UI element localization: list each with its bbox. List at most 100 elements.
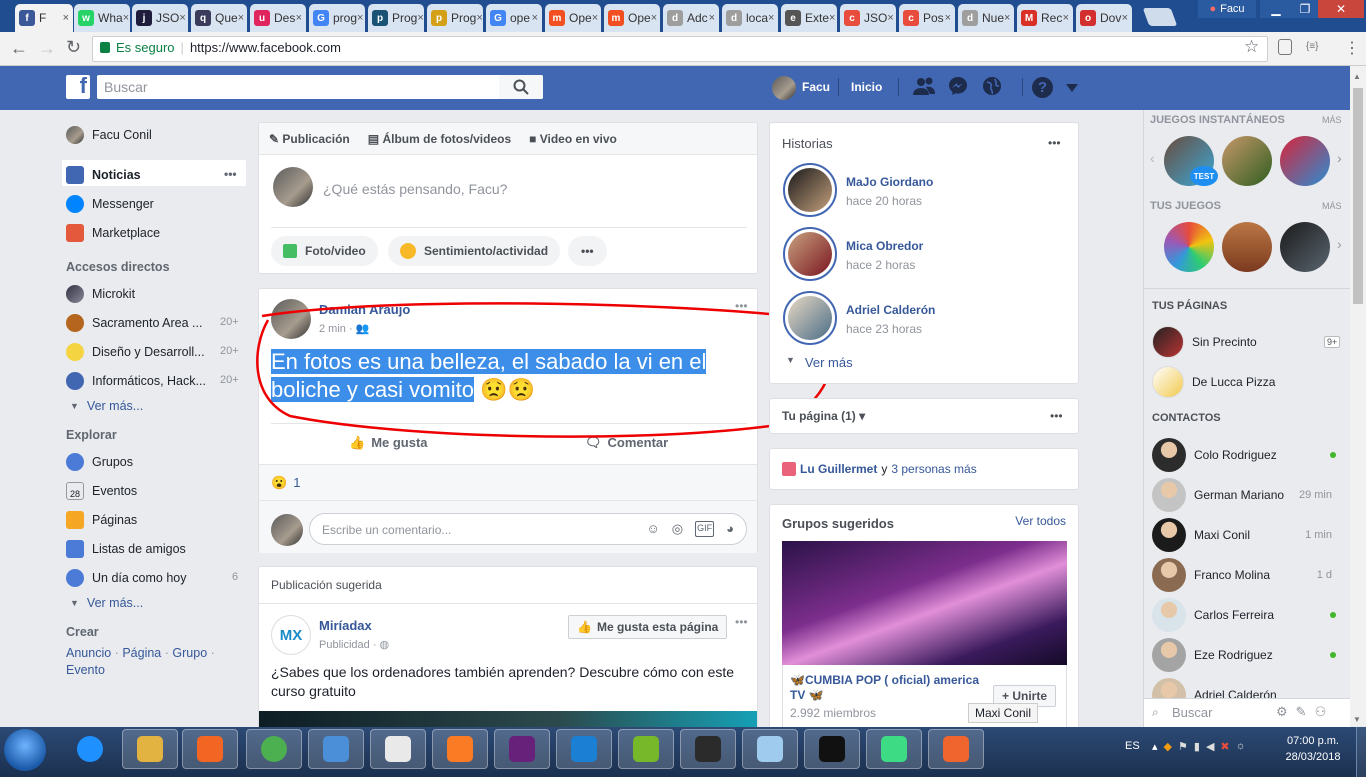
birthday-others[interactable]: 3 personas más: [891, 462, 976, 476]
profile-avatar[interactable]: [772, 76, 796, 100]
reactions-summary[interactable]: 😮 1: [271, 475, 300, 491]
contact-avatar[interactable]: [1152, 558, 1186, 592]
castle-game-icon[interactable]: [1222, 222, 1272, 272]
contact-name[interactable]: Eze Rodriguez: [1194, 648, 1273, 662]
home-link[interactable]: Inicio: [851, 80, 882, 94]
left-nav-profile[interactable]: Facu Conil: [66, 126, 152, 144]
explore-item[interactable]: Un día como hoy: [66, 569, 187, 587]
start-button[interactable]: [4, 729, 46, 771]
game-thumb-2[interactable]: [1222, 136, 1272, 186]
story-avatar[interactable]: [783, 291, 837, 345]
minimize-button[interactable]: ▁: [1260, 0, 1292, 18]
contact-name[interactable]: Franco Molina: [1194, 568, 1270, 582]
suggested-options-icon[interactable]: •••: [735, 615, 748, 629]
shortcut-item[interactable]: Diseño y Desarroll...: [66, 343, 205, 361]
your-page-card[interactable]: Tu página (1) ▾ •••: [769, 398, 1079, 434]
terminal-taskbar-button[interactable]: [680, 729, 736, 769]
camera-icon[interactable]: ◎: [672, 521, 683, 537]
page-name[interactable]: De Lucca Pizza: [1192, 375, 1275, 389]
browser-tab[interactable]: p Prog ×: [427, 4, 483, 32]
tool-taskbar-button[interactable]: [928, 729, 984, 769]
cmd-taskbar-button[interactable]: [804, 729, 860, 769]
page-avatar[interactable]: [1152, 366, 1184, 398]
explore-see-more[interactable]: ▼ Ver más...: [70, 596, 143, 610]
chat-search-input[interactable]: Buscar: [1172, 705, 1212, 720]
browser-tab[interactable]: m Ope ×: [604, 4, 660, 32]
back-icon[interactable]: ←: [10, 38, 28, 59]
instant-games-more[interactable]: MÁS: [1322, 115, 1342, 125]
browser-tab[interactable]: p Prog ×: [368, 4, 424, 32]
explore-item[interactable]: Páginas: [66, 511, 137, 529]
gear-icon[interactable]: ⚙: [1276, 704, 1288, 720]
search-button[interactable]: [499, 75, 543, 99]
tab-live-video[interactable]: ■ Video en vivo: [529, 132, 617, 146]
bookmark-star-icon[interactable]: ☆: [1244, 37, 1259, 57]
close-icon[interactable]: ×: [63, 12, 69, 24]
contact-name[interactable]: Colo Rodriguez: [1194, 448, 1277, 462]
close-icon[interactable]: ×: [1122, 12, 1128, 24]
close-icon[interactable]: ×: [532, 12, 538, 24]
tray-extra-icon[interactable]: ☼: [1236, 740, 1246, 753]
contact-name[interactable]: Maxi Conil: [1194, 528, 1250, 542]
browser-tab[interactable]: f F ×: [15, 4, 73, 32]
close-icon[interactable]: ×: [357, 12, 363, 24]
chevron-left-icon[interactable]: ‹: [1150, 150, 1155, 166]
shortcut-item[interactable]: Informáticos, Hack...: [66, 372, 206, 390]
browser-tab[interactable]: j JSO ×: [132, 4, 188, 32]
close-icon[interactable]: ×: [592, 12, 598, 24]
trivia-game-icon[interactable]: [1164, 222, 1214, 272]
contact-avatar[interactable]: [1152, 598, 1186, 632]
story-name[interactable]: MaJo Giordano: [846, 175, 933, 189]
friends-icon[interactable]: [912, 76, 936, 96]
group-name[interactable]: 🦋CUMBIA POP ( oficial) america TV 🦋: [790, 673, 980, 703]
page-scrollbar[interactable]: ▲ ▼: [1350, 66, 1366, 726]
shortcut-item[interactable]: Microkit: [66, 285, 135, 303]
tab-photo-album[interactable]: ▤ Álbum de fotos/videos: [368, 132, 511, 146]
shortcut-item[interactable]: Sacramento Area ...: [66, 314, 202, 332]
browser-tab[interactable]: o Dov ×: [1076, 4, 1132, 32]
browser-tab[interactable]: Gope ×: [486, 4, 542, 32]
close-icon[interactable]: ×: [417, 12, 423, 24]
sticker-icon[interactable]: ◕: [726, 521, 734, 537]
facebook-logo[interactable]: f: [66, 73, 90, 99]
tab-publication[interactable]: ✎ Publicación: [269, 132, 350, 146]
compose-icon[interactable]: ✎: [1296, 704, 1307, 720]
gif-icon[interactable]: GIF: [695, 521, 715, 537]
comment-input[interactable]: Escribe un comentario... ☺ ◎ GIF ◕: [309, 513, 747, 545]
browser-tab[interactable]: c JSO ×: [840, 4, 896, 32]
story-name[interactable]: Adriel Calderón: [846, 303, 935, 317]
create-event-link[interactable]: Evento: [66, 663, 105, 677]
browser-tab[interactable]: u Des ×: [250, 4, 306, 32]
visual-studio-taskbar-button[interactable]: [494, 729, 550, 769]
create-group-link[interactable]: Grupo: [172, 646, 207, 660]
page-avatar[interactable]: [1152, 326, 1184, 358]
your-games-more[interactable]: MÁS: [1322, 201, 1342, 211]
browser-tab[interactable]: Gprog ×: [309, 4, 365, 32]
browser-tab[interactable]: e Exte ×: [781, 4, 837, 32]
contact-avatar[interactable]: [1152, 518, 1186, 552]
virtualbox-taskbar-button[interactable]: [308, 729, 364, 769]
left-nav-marketplace[interactable]: Marketplace: [66, 224, 160, 242]
composer-input[interactable]: ¿Qué estás pensando, Facu?: [323, 181, 507, 197]
stories-see-more[interactable]: ▼ Ver más: [786, 355, 853, 370]
photo-video-button[interactable]: Foto/video: [271, 236, 378, 266]
browser-profile-button[interactable]: ● Facu: [1198, 0, 1256, 18]
caret-icon[interactable]: [1066, 84, 1078, 92]
your-page-options-icon[interactable]: •••: [1050, 409, 1063, 423]
media-player-taskbar-button[interactable]: [182, 729, 238, 769]
browser-tab[interactable]: q Que ×: [191, 4, 247, 32]
explore-item[interactable]: Listas de amigos: [66, 540, 186, 558]
utorrent-taskbar-button[interactable]: [618, 729, 674, 769]
close-window-button[interactable]: ✕: [1318, 0, 1364, 18]
close-icon[interactable]: ×: [829, 12, 835, 24]
feeling-activity-button[interactable]: Sentimiento/actividad: [388, 236, 561, 266]
vscode-taskbar-button[interactable]: [556, 729, 612, 769]
explore-item[interactable]: 28 Eventos: [66, 482, 137, 500]
close-icon[interactable]: ×: [887, 12, 893, 24]
tray-tool-icon[interactable]: ✖: [1220, 740, 1229, 753]
chrome-taskbar-button[interactable]: [246, 729, 302, 769]
contact-avatar[interactable]: [1152, 638, 1186, 672]
close-icon[interactable]: ×: [476, 12, 482, 24]
browser-menu-icon[interactable]: ⋮: [1344, 38, 1360, 58]
group-chat-icon[interactable]: ⚇: [1315, 704, 1327, 720]
